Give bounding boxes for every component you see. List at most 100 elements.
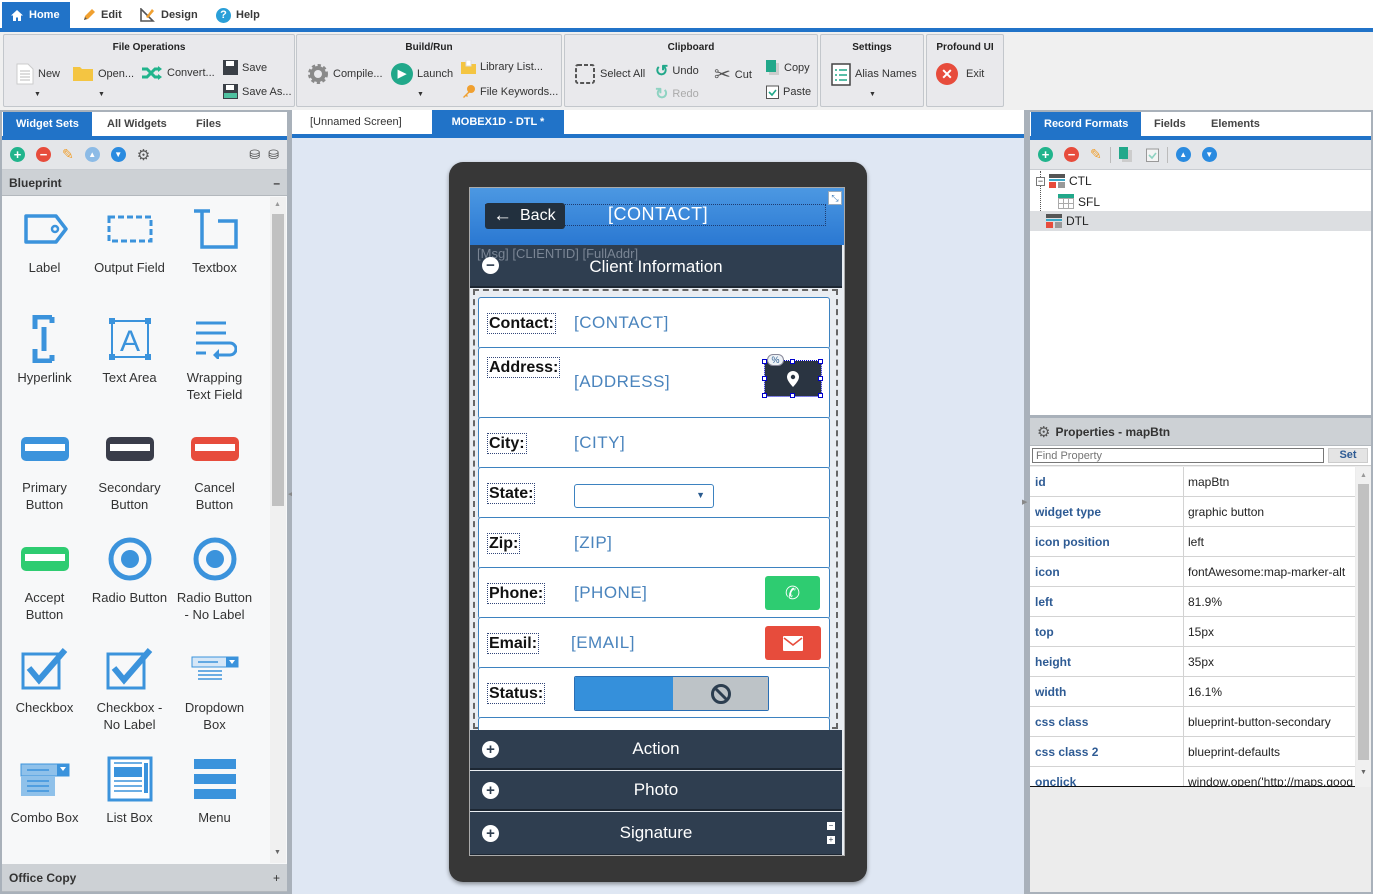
- redo-button[interactable]: ↻ Redo: [655, 84, 699, 104]
- client-information-accordion[interactable]: [Msg] [CLIENTID] [FullAddr] − Client Inf…: [470, 245, 842, 288]
- tree-node-dtl[interactable]: DTL: [1046, 214, 1089, 228]
- tab-record-formats[interactable]: Record Formats: [1031, 112, 1142, 136]
- scroll-up-arrow[interactable]: ▲: [274, 201, 281, 208]
- property-row[interactable]: icon fontAwesome:map-marker-alt: [1030, 557, 1355, 587]
- property-row[interactable]: height 35px: [1030, 647, 1355, 677]
- paste-button[interactable]: Paste: [766, 84, 811, 99]
- widget-wrapping-text-field[interactable]: Wrapping Text Field: [172, 315, 257, 403]
- settings-gear-icon[interactable]: ⚙: [137, 146, 150, 164]
- resize-handle[interactable]: [818, 359, 823, 364]
- widget-output-field[interactable]: Output Field: [87, 205, 172, 276]
- expand-section-icon[interactable]: +: [482, 740, 499, 758]
- tree-node-sfl[interactable]: SFL: [1058, 194, 1100, 209]
- property-value[interactable]: 16.1%: [1184, 677, 1355, 706]
- cut-button[interactable]: ✂ Cut: [714, 62, 752, 87]
- resize-handle[interactable]: [818, 393, 823, 398]
- new-dropdown-caret[interactable]: ▼: [34, 91, 41, 98]
- property-row[interactable]: id mapBtn: [1030, 467, 1355, 497]
- widget-checkbox-no-label[interactable]: Checkbox - No Label: [87, 645, 172, 733]
- status-toggle[interactable]: [574, 676, 769, 711]
- property-row[interactable]: onclick window.open('http://maps.goog: [1030, 767, 1355, 787]
- property-value[interactable]: 81.9%: [1184, 587, 1355, 616]
- call-button[interactable]: ✆: [765, 576, 820, 610]
- tab-help[interactable]: ? Help: [208, 2, 268, 28]
- compile-button[interactable]: Compile...: [307, 63, 383, 85]
- property-row[interactable]: css class blueprint-button-secondary: [1030, 707, 1355, 737]
- widget-primary-button[interactable]: Primary Button: [2, 425, 87, 513]
- database-export-icon[interactable]: ⛁: [249, 147, 260, 163]
- collapse-right-panel-handle[interactable]: ▶: [1022, 498, 1027, 506]
- set-button[interactable]: Set: [1328, 448, 1368, 463]
- scroll-up-arrow[interactable]: ▲: [1360, 472, 1367, 479]
- move-up-icon[interactable]: ▲: [1175, 147, 1191, 162]
- toggle-off-segment[interactable]: [673, 677, 768, 710]
- widget-secondary-button[interactable]: Secondary Button: [87, 425, 172, 513]
- tab-widget-sets[interactable]: Widget Sets: [3, 112, 92, 136]
- resize-handle[interactable]: [818, 376, 823, 381]
- property-value[interactable]: 15px: [1184, 617, 1355, 646]
- tab-elements[interactable]: Elements: [1198, 112, 1273, 136]
- collapse-icon[interactable]: –: [273, 176, 280, 190]
- move-down-icon[interactable]: ▼: [1201, 147, 1217, 162]
- resize-handle[interactable]: [790, 359, 795, 364]
- widget-combo-box[interactable]: Combo Box: [2, 755, 87, 826]
- database-import-icon[interactable]: ⛁: [268, 147, 279, 163]
- copy-icon[interactable]: [1118, 147, 1132, 162]
- resize-handle[interactable]: [790, 393, 795, 398]
- library-list-button[interactable]: Library List...: [461, 60, 543, 74]
- open-dropdown-caret[interactable]: ▼: [98, 91, 105, 98]
- widget-radio-button-no-label[interactable]: Radio Button - No Label: [172, 535, 257, 623]
- widget-dropdown-box[interactable]: Dropdown Box: [172, 645, 257, 733]
- widget-textbox[interactable]: Textbox: [172, 205, 257, 276]
- property-row[interactable]: widget type graphic button: [1030, 497, 1355, 527]
- tab-fields[interactable]: Fields: [1141, 112, 1199, 136]
- property-value[interactable]: blueprint-defaults: [1184, 737, 1355, 766]
- tree-collapse-icon[interactable]: −: [1036, 176, 1045, 186]
- scroll-down-arrow[interactable]: ▼: [1360, 769, 1367, 776]
- new-button[interactable]: New: [16, 63, 60, 85]
- property-row[interactable]: icon position left: [1030, 527, 1355, 557]
- tab-unnamed-screen[interactable]: [Unnamed Screen]: [298, 110, 414, 134]
- exit-button[interactable]: ✕ Exit: [936, 63, 984, 85]
- widget-text-area[interactable]: A Text Area: [87, 315, 172, 386]
- toggle-on-segment[interactable]: [575, 677, 673, 710]
- add-icon[interactable]: +: [1038, 147, 1053, 162]
- expand-section-icon[interactable]: +: [482, 781, 499, 799]
- property-row[interactable]: left 81.9%: [1030, 587, 1355, 617]
- email-button[interactable]: [765, 626, 821, 660]
- tree-node-ctl[interactable]: − CTL: [1036, 174, 1092, 188]
- save-as-button[interactable]: Save As...: [223, 84, 292, 99]
- file-keywords-button[interactable]: File Keywords...: [461, 84, 558, 99]
- minus-small-icon[interactable]: −: [827, 822, 835, 830]
- scroll-down-arrow[interactable]: ▼: [274, 849, 281, 856]
- copy-button[interactable]: Copy: [766, 60, 810, 75]
- office-copy-section-header[interactable]: Office Copy +: [2, 864, 287, 892]
- expand-section-icon[interactable]: +: [482, 824, 499, 842]
- tab-mobex1d-dtl[interactable]: MOBEX1D - DTL *: [432, 110, 564, 134]
- open-button[interactable]: Open...: [72, 65, 134, 82]
- tab-home[interactable]: Home: [2, 2, 70, 28]
- property-value[interactable]: blueprint-button-secondary: [1184, 707, 1355, 736]
- map-button[interactable]: [764, 360, 822, 397]
- percent-badge[interactable]: %: [767, 354, 784, 366]
- back-button[interactable]: ← Back: [485, 203, 565, 229]
- widget-label[interactable]: Label: [2, 205, 87, 276]
- add-icon[interactable]: +: [10, 147, 25, 162]
- widget-hyperlink[interactable]: Hyperlink: [2, 315, 87, 386]
- property-row[interactable]: width 16.1%: [1030, 677, 1355, 707]
- resize-handle[interactable]: [762, 359, 767, 364]
- widget-radio-button[interactable]: Radio Button: [87, 535, 172, 606]
- widget-accept-button[interactable]: Accept Button: [2, 535, 87, 623]
- tab-all-widgets[interactable]: All Widgets: [94, 112, 180, 136]
- state-select[interactable]: ▼: [574, 484, 714, 508]
- widget-scrollbar[interactable]: ▲ ▼: [270, 197, 286, 863]
- move-up-icon[interactable]: ▲: [84, 147, 100, 162]
- tab-files[interactable]: Files: [183, 112, 234, 136]
- signature-accordion[interactable]: + Signature − +: [470, 812, 842, 855]
- property-value[interactable]: window.open('http://maps.goog: [1184, 767, 1355, 787]
- resize-handle[interactable]: [762, 393, 767, 398]
- move-down-icon[interactable]: ▼: [110, 147, 126, 162]
- action-accordion[interactable]: + Action: [470, 730, 842, 770]
- remove-icon[interactable]: −: [1064, 147, 1079, 162]
- launch-dropdown-caret[interactable]: ▼: [417, 91, 424, 98]
